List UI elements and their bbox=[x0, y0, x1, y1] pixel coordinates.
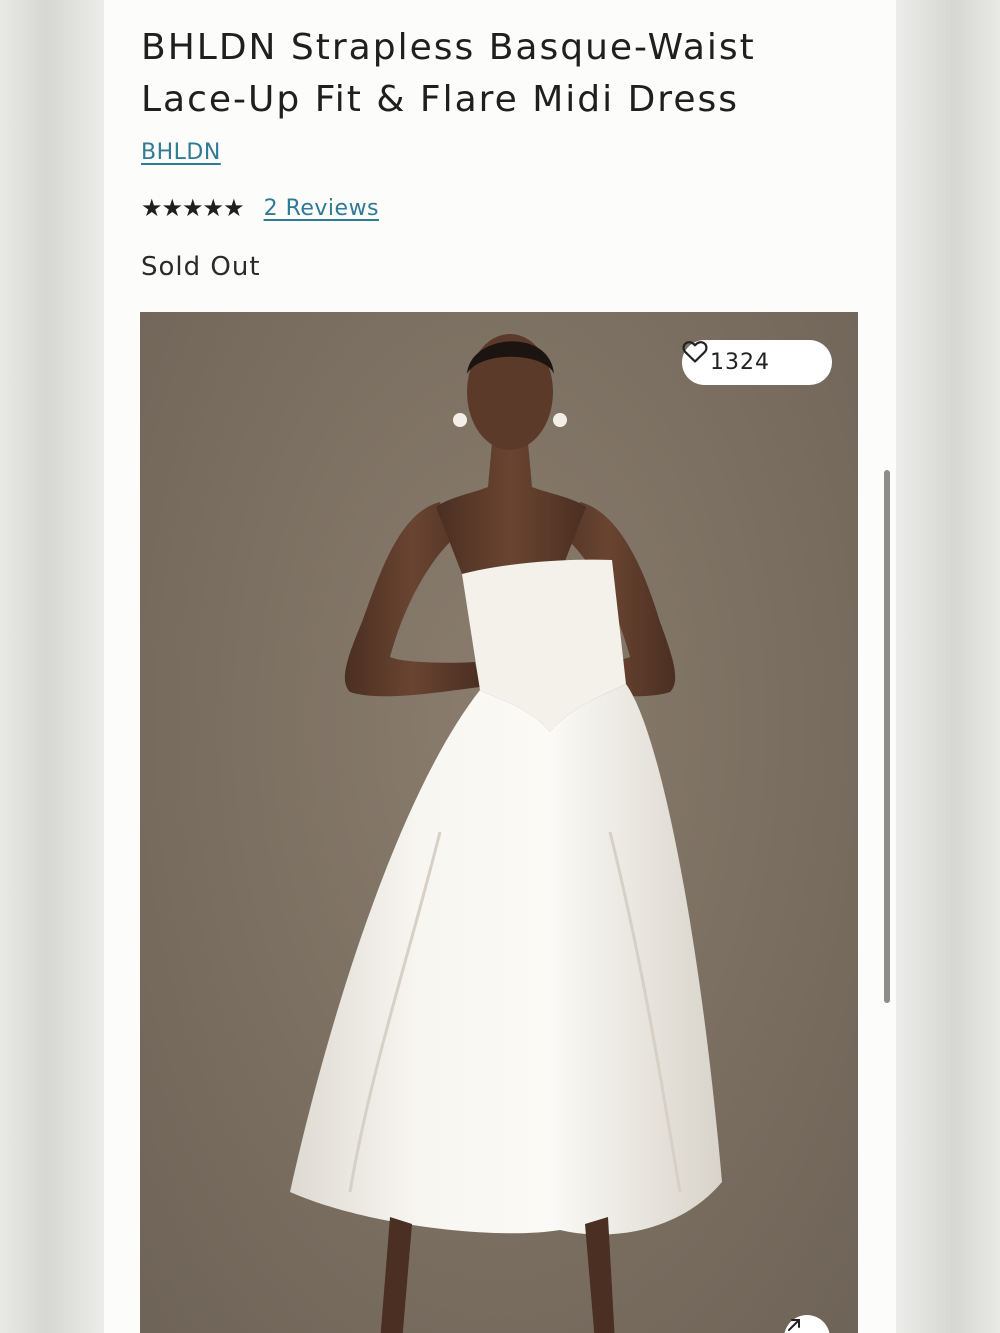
scrollbar[interactable] bbox=[884, 470, 890, 1003]
favorite-count: 1324 bbox=[710, 350, 770, 375]
product-title: BHLDN Strapless Basque-Waist Lace-Up Fit… bbox=[141, 27, 756, 120]
dress-photo bbox=[290, 334, 722, 1333]
reviews-link[interactable]: 2 Reviews bbox=[264, 196, 379, 221]
product-rating: ★★★★★ 2 Reviews bbox=[141, 193, 379, 223]
star-rating-icons: ★★★★★ bbox=[141, 194, 245, 222]
expand-arrow-icon bbox=[788, 1319, 800, 1331]
favorite-button[interactable]: 1324 bbox=[682, 340, 832, 385]
backdrop-right bbox=[896, 0, 1000, 1333]
stock-status: Sold Out bbox=[141, 252, 261, 282]
brand-link[interactable]: BHLDN bbox=[141, 140, 221, 165]
backdrop-left bbox=[0, 0, 104, 1333]
heart-icon bbox=[682, 341, 804, 375]
product-image[interactable]: 1324 bbox=[140, 312, 858, 1333]
product-page: BHLDN Strapless Basque-Waist Lace-Up Fit… bbox=[104, 0, 896, 1333]
